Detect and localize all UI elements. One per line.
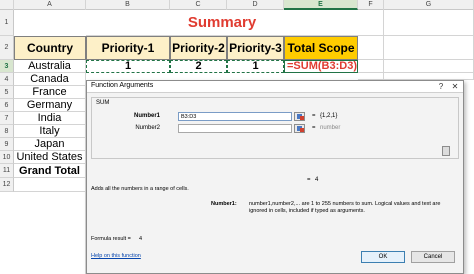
column-header-b[interactable]: B (86, 0, 170, 10)
number2-label: Number2 (135, 125, 160, 131)
header-country[interactable]: Country (14, 36, 86, 60)
row-header-8[interactable]: 8 (0, 125, 14, 138)
function-arguments-dialog: Function Arguments ? ✕ SUM Number1 B3:D3… (86, 80, 464, 274)
country-cell[interactable]: United States (14, 151, 86, 164)
country-cell[interactable]: France (14, 86, 86, 99)
formula-result-label: Formula result = (91, 236, 131, 242)
header-priority-1[interactable]: Priority-1 (86, 36, 170, 60)
formula-result-value: 4 (139, 236, 143, 242)
country-cell[interactable]: India (14, 112, 86, 125)
number2-result: number (320, 125, 341, 131)
empty-cell[interactable] (384, 36, 474, 60)
row-header-4[interactable]: 4 (0, 73, 14, 86)
number2-equals: = (312, 125, 316, 131)
column-header-f[interactable]: F (358, 0, 384, 10)
number1-equals: = (312, 113, 316, 119)
empty-cell[interactable] (384, 60, 474, 73)
country-cell[interactable]: Australia (14, 60, 86, 73)
row-header-5[interactable]: 5 (0, 86, 14, 99)
column-header-d[interactable]: D (227, 0, 284, 10)
dialog-title-bar[interactable]: Function Arguments ? ✕ (87, 81, 463, 93)
column-header-a[interactable]: A (14, 0, 86, 10)
function-description: Adds all the numbers in a range of cells… (91, 186, 189, 192)
arguments-group: SUM Number1 B3:D3 = {1,2,1} Number2 = nu… (91, 97, 459, 159)
empty-cell[interactable] (358, 73, 384, 80)
collapse-dialog-icon[interactable] (294, 124, 305, 133)
row-header-11[interactable]: 11 (0, 164, 14, 178)
number1-result: {1,2,1} (320, 113, 338, 119)
total-equals: = (307, 177, 311, 183)
scrollbar[interactable] (442, 146, 450, 156)
row-header-10[interactable]: 10 (0, 151, 14, 164)
empty-cell[interactable] (358, 60, 384, 73)
dialog-title: Function Arguments (91, 82, 154, 89)
country-cell[interactable]: Japan (14, 138, 86, 151)
row-header-9[interactable]: 9 (0, 138, 14, 151)
ok-button[interactable]: OK (361, 251, 405, 263)
grand-total-label[interactable]: Grand Total (14, 164, 86, 178)
dialog-body: SUM Number1 B3:D3 = {1,2,1} Number2 = nu… (87, 93, 463, 273)
country-cell[interactable]: Canada (14, 73, 86, 86)
priority-2-cell[interactable]: 2 (170, 60, 227, 73)
close-icon[interactable]: ✕ (449, 81, 461, 92)
empty-cell[interactable] (14, 178, 86, 192)
row-header-7[interactable]: 7 (0, 112, 14, 125)
row-header-3[interactable]: 3 (0, 60, 14, 73)
empty-cell[interactable] (358, 36, 384, 60)
priority-1-cell[interactable]: 1 (86, 60, 170, 73)
select-all-corner[interactable] (0, 0, 14, 10)
column-header-c[interactable]: C (170, 0, 227, 10)
empty-cell[interactable] (384, 73, 474, 80)
number1-input[interactable]: B3:D3 (178, 112, 292, 121)
argument-description-text: number1,number2,... are 1 to 255 numbers… (249, 201, 441, 214)
column-header-g[interactable]: G (384, 0, 474, 10)
priority-3-cell[interactable]: 1 (227, 60, 284, 73)
column-header-row: A B C D E F G (0, 0, 474, 10)
argument-description-label: Number1: (211, 201, 237, 207)
active-formula-cell[interactable]: =SUM(B3:D3) (284, 60, 358, 73)
row-header-2[interactable]: 2 (0, 36, 14, 60)
help-link[interactable]: Help on this function (91, 253, 141, 259)
header-priority-3[interactable]: Priority-3 (227, 36, 284, 60)
collapse-dialog-icon[interactable] (294, 112, 305, 121)
empty-cell[interactable] (384, 10, 474, 36)
cancel-button[interactable]: Cancel (411, 251, 455, 263)
empty-cell[interactable] (358, 10, 384, 36)
country-cell[interactable]: Germany (14, 99, 86, 112)
sheet-title[interactable]: Summary (86, 10, 358, 36)
column-header-e[interactable]: E (284, 0, 358, 10)
total-result: 4 (315, 177, 319, 183)
row-header-1[interactable]: 1 (0, 10, 14, 36)
empty-cell[interactable] (14, 192, 86, 274)
number2-input[interactable] (178, 124, 292, 133)
country-cell[interactable]: Italy (14, 125, 86, 138)
header-priority-2[interactable]: Priority-2 (170, 36, 227, 60)
number1-label: Number1 (133, 113, 160, 119)
header-total-scope[interactable]: Total Scope (284, 36, 358, 60)
row-header-12[interactable]: 12 (0, 178, 14, 192)
question-icon[interactable]: ? (435, 81, 447, 92)
row-header-6[interactable]: 6 (0, 99, 14, 112)
function-name: SUM (96, 100, 110, 106)
